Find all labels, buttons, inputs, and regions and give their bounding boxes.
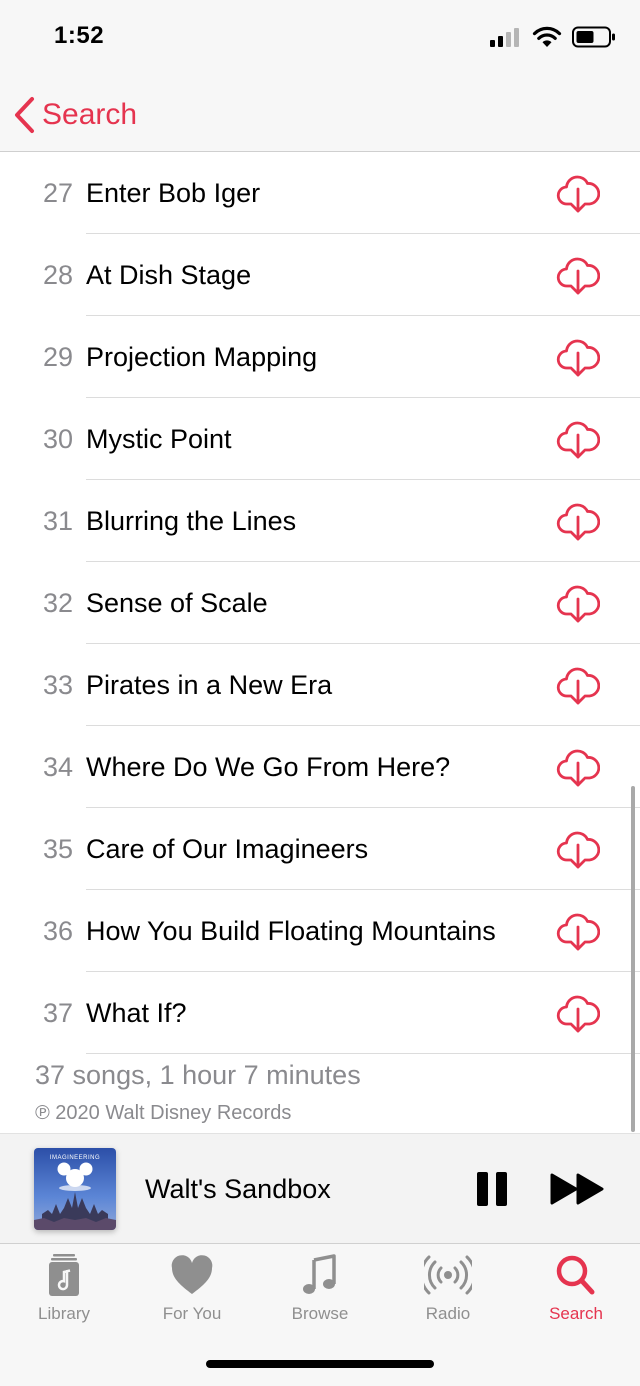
track-title: Sense of Scale	[86, 588, 268, 618]
tab-label: Browse	[291, 1304, 349, 1323]
radio-icon	[424, 1255, 472, 1295]
back-label: Search	[42, 98, 138, 131]
search-icon	[556, 1255, 595, 1295]
track-number: 34	[42, 752, 73, 782]
track-number: 30	[42, 424, 73, 454]
track-number: 33	[42, 670, 73, 700]
chevron-left-icon	[15, 97, 34, 133]
home-indicator	[206, 1360, 434, 1368]
tab-search[interactable]: Search	[512, 1252, 640, 1342]
pause-icon[interactable]	[472, 1171, 512, 1207]
heart-icon	[171, 1255, 213, 1294]
track-number: 32	[42, 588, 73, 618]
track-row[interactable]: 35 Care of Our Imagineers	[0, 808, 640, 890]
album-art-image: IMAGINEERING	[34, 1148, 116, 1230]
tab-for-you[interactable]: For You	[128, 1252, 256, 1342]
track-number: 35	[42, 834, 73, 864]
track-row[interactable]: 37 What If?	[0, 972, 640, 1054]
tab-browse[interactable]: Browse	[256, 1252, 384, 1342]
track-title: Where Do We Go From Here?	[86, 752, 451, 782]
track-title: Care of Our Imagineers	[86, 834, 369, 864]
now-playing-title: Walt's Sandbox	[145, 1174, 331, 1204]
navigation-bar: Search	[0, 80, 640, 152]
track-number: 27	[42, 178, 73, 208]
track-row[interactable]: 32 Sense of Scale	[0, 562, 640, 644]
cloud-download-icon[interactable]	[556, 827, 600, 871]
track-row[interactable]: 30 Mystic Point	[0, 398, 640, 480]
wifi-icon	[532, 26, 562, 47]
cloud-download-icon[interactable]	[556, 499, 600, 543]
track-row[interactable]: 31 Blurring the Lines	[0, 480, 640, 562]
track-number: 37	[42, 998, 73, 1028]
cloud-download-icon[interactable]	[556, 991, 600, 1035]
cloud-download-icon[interactable]	[556, 335, 600, 379]
library-icon	[49, 1254, 79, 1296]
track-number: 29	[42, 342, 73, 372]
tab-label: Library	[38, 1304, 90, 1323]
battery-icon	[572, 26, 615, 48]
track-number: 36	[42, 916, 73, 946]
back-button[interactable]: Search	[12, 96, 137, 134]
track-title: Mystic Point	[86, 424, 232, 454]
track-row[interactable]: 36 How You Build Floating Mountains	[0, 890, 640, 972]
track-title: Enter Bob Iger	[86, 178, 261, 208]
track-row[interactable]: 29 Projection Mapping	[0, 316, 640, 398]
track-title: Pirates in a New Era	[86, 670, 333, 700]
cloud-download-icon[interactable]	[556, 745, 600, 789]
cloud-download-icon[interactable]	[556, 581, 600, 625]
tab-library[interactable]: Library	[0, 1252, 128, 1342]
tab-label: For You	[162, 1304, 222, 1323]
cellular-signal-icon	[490, 28, 519, 47]
track-row[interactable]: 27 Enter Bob Iger	[0, 152, 640, 234]
status-bar: 1:52	[0, 0, 640, 80]
tab-label: Radio	[425, 1304, 471, 1323]
cloud-download-icon[interactable]	[556, 417, 600, 461]
track-title: At Dish Stage	[86, 260, 252, 290]
track-list: 27 Enter Bob Iger 28 At Dish Stage 29 Pr…	[0, 152, 640, 1054]
track-row[interactable]: 33 Pirates in a New Era	[0, 644, 640, 726]
music-note-icon	[303, 1254, 336, 1294]
status-time: 1:52	[54, 22, 105, 49]
cloud-download-icon[interactable]	[556, 909, 600, 953]
track-title: Projection Mapping	[86, 342, 318, 372]
track-row[interactable]: 34 Where Do We Go From Here?	[0, 726, 640, 808]
fast-forward-icon[interactable]	[548, 1173, 608, 1205]
scroll-indicator[interactable]	[631, 786, 635, 1132]
cloud-download-icon[interactable]	[556, 253, 600, 297]
copyright-text: ℗ 2020 Walt Disney Records	[35, 1102, 292, 1124]
album-art-text: IMAGINEERING	[50, 1155, 100, 1161]
track-row[interactable]: 28 At Dish Stage	[0, 234, 640, 316]
tab-label: Search	[549, 1304, 603, 1323]
track-title: How You Build Floating Mountains	[86, 916, 496, 946]
tab-radio[interactable]: Radio	[384, 1252, 512, 1342]
cloud-download-icon[interactable]	[556, 171, 600, 215]
album-summary: 37 songs, 1 hour 7 minutes	[35, 1060, 361, 1090]
track-title: What If?	[86, 998, 187, 1028]
track-number: 28	[42, 260, 73, 290]
cloud-download-icon[interactable]	[556, 663, 600, 707]
row-separator	[86, 1053, 640, 1054]
track-number: 31	[42, 506, 73, 536]
album-art[interactable]: IMAGINEERING	[34, 1148, 116, 1230]
mini-player[interactable]: IMAGINEERING Walt's Sandbox	[0, 1133, 640, 1244]
status-icons	[490, 26, 616, 48]
track-title: Blurring the Lines	[86, 506, 297, 536]
